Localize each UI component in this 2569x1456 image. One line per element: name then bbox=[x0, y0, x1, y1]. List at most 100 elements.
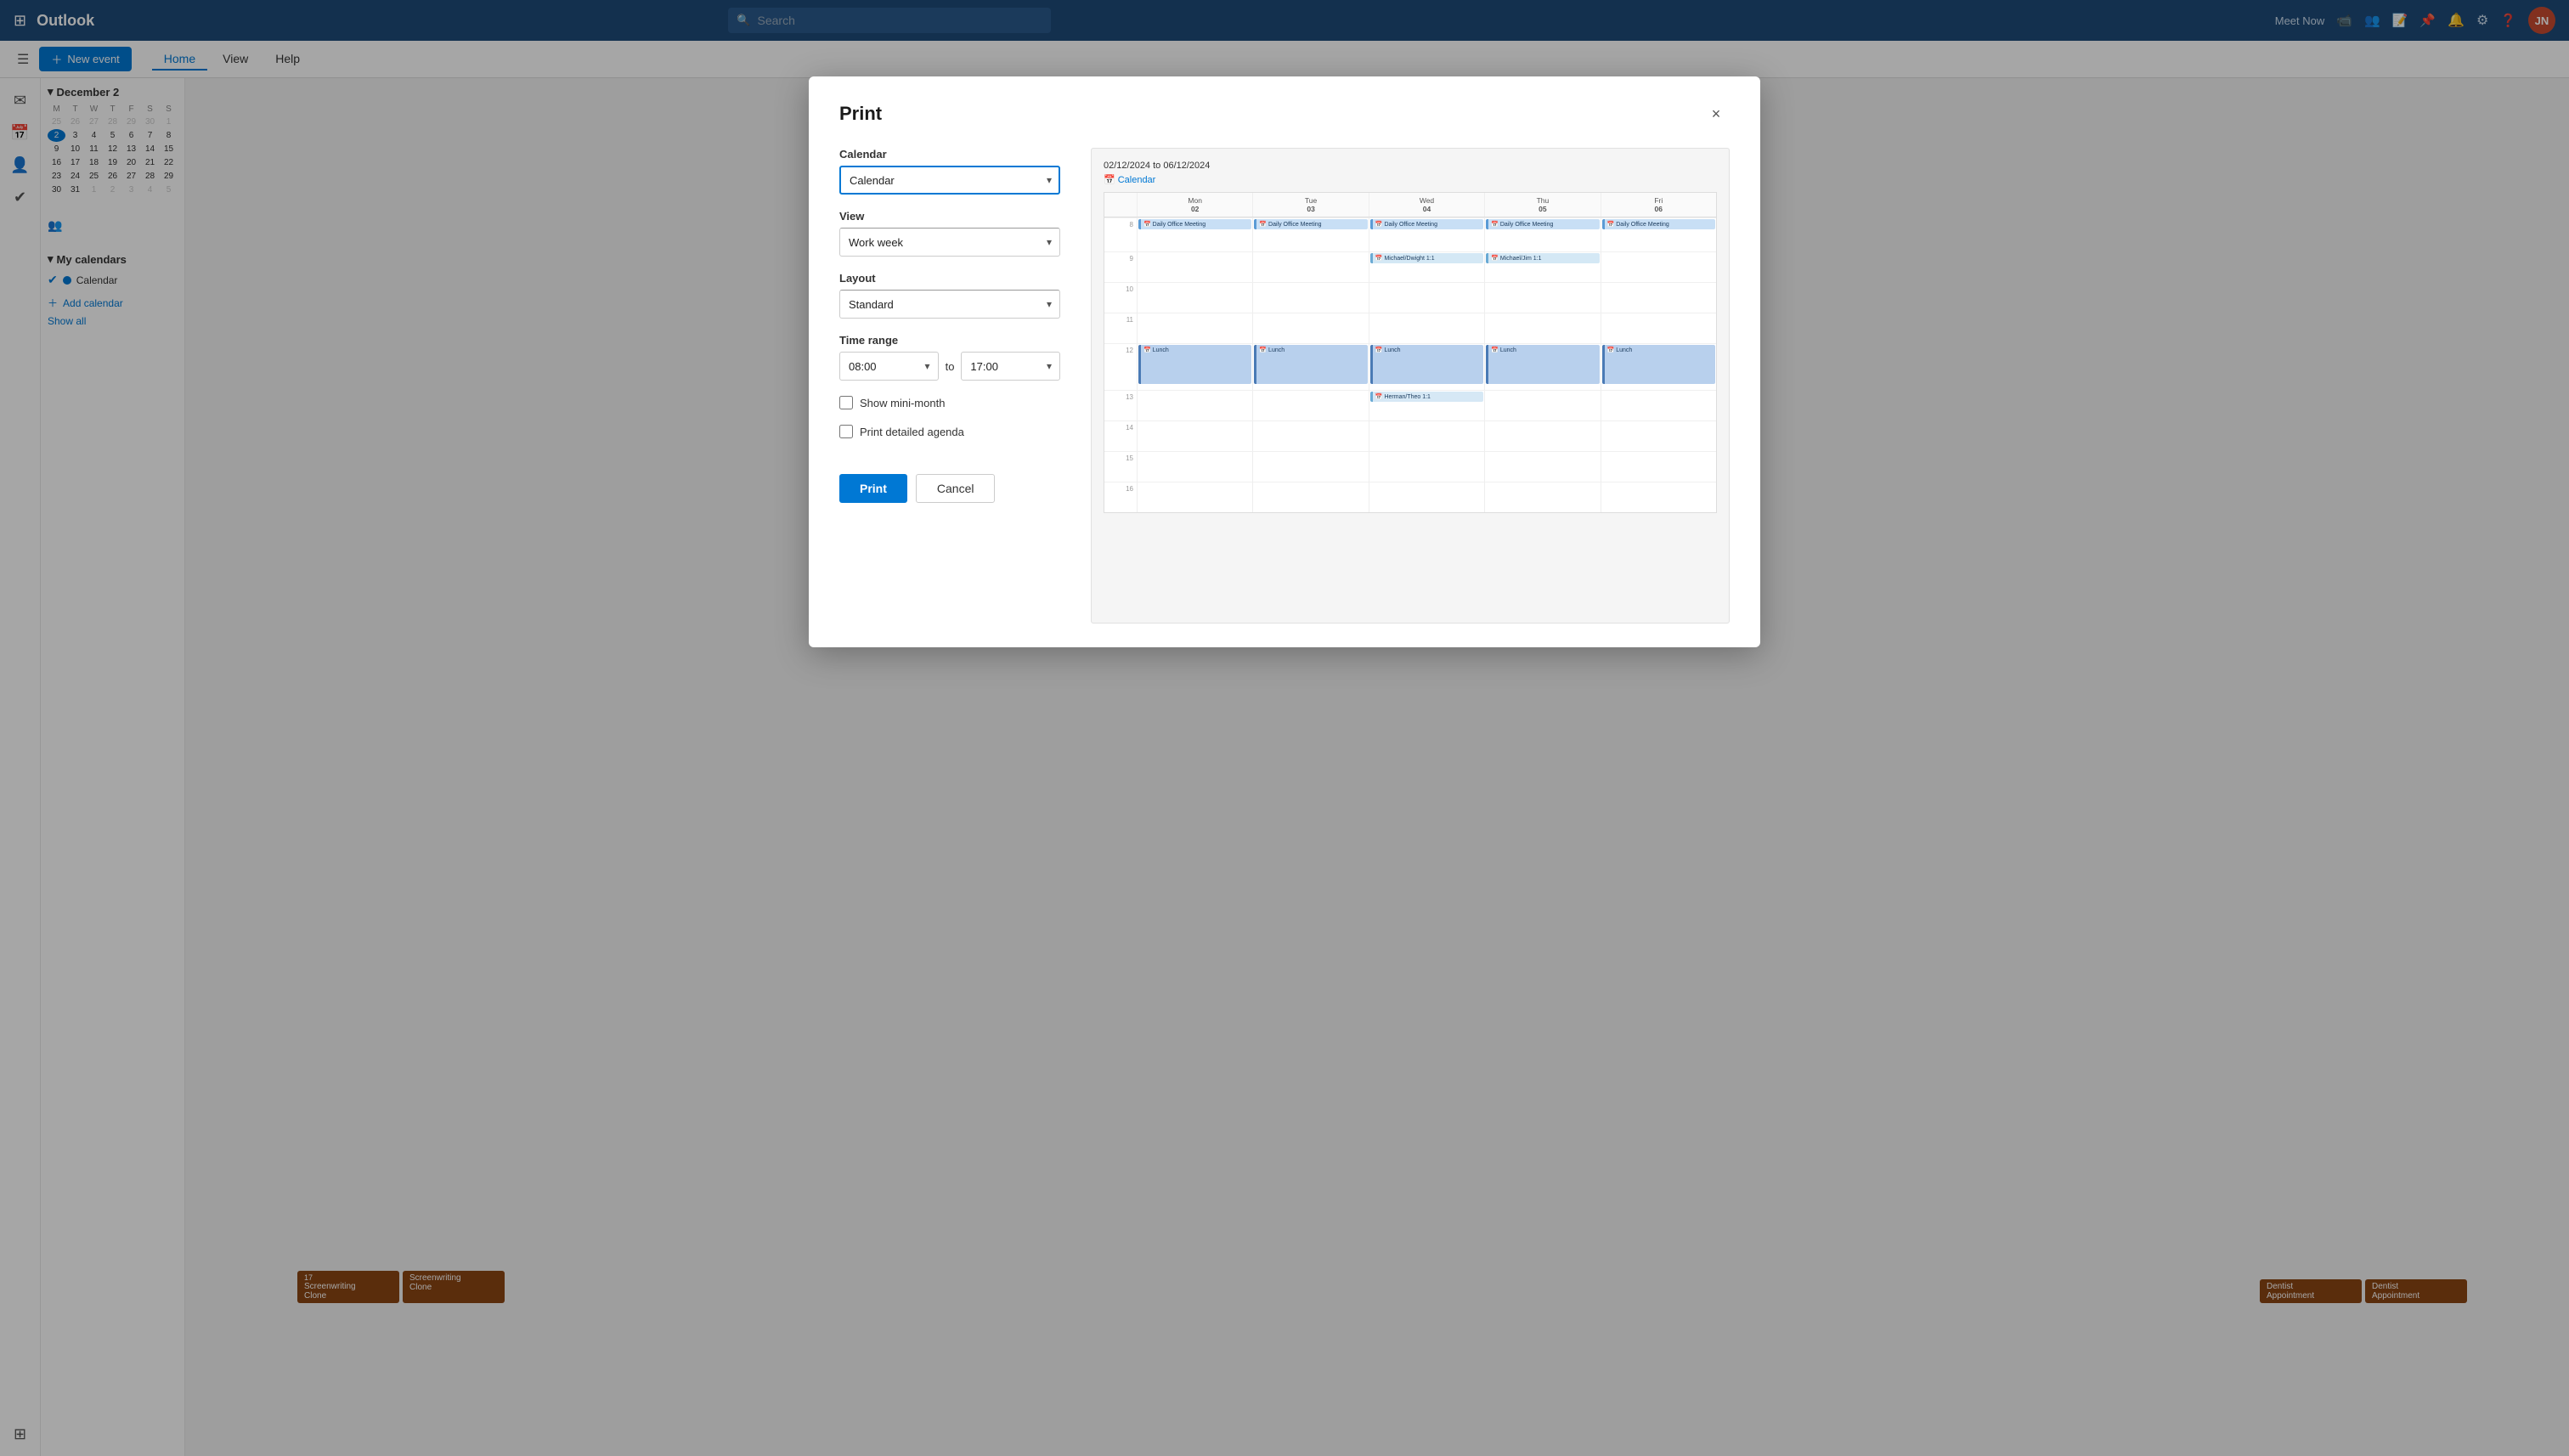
preview-mon-11 bbox=[1137, 313, 1252, 343]
time-range-label: Time range bbox=[839, 334, 1060, 347]
preview-row-13: 13 📅 Herman/Theo 1:1 bbox=[1104, 390, 1716, 420]
preview-row-8: 8 📅 Daily Office Meeting 📅 Daily Office … bbox=[1104, 217, 1716, 251]
preview-thu-header: Thu 05 bbox=[1484, 193, 1600, 217]
preview-header-row: Mon 02 Tue 03 Wed 04 Thu 05 bbox=[1104, 193, 1716, 217]
event-lunch-wed: 📅 Lunch bbox=[1370, 345, 1483, 384]
preview-thu-date: 05 bbox=[1490, 205, 1595, 213]
view-select[interactable]: Work week Day Week Month bbox=[839, 228, 1060, 257]
time-14: 14 bbox=[1104, 420, 1137, 451]
preview-wed-header: Wed 04 bbox=[1369, 193, 1484, 217]
preview-wed-day: Wed bbox=[1375, 196, 1479, 205]
preview-fri-13 bbox=[1601, 390, 1716, 420]
preview-thu-10 bbox=[1484, 282, 1600, 313]
time-end-select[interactable]: 15:00 16:00 17:00 18:00 19:00 bbox=[961, 352, 1060, 381]
preview-cal-grid: Mon 02 Tue 03 Wed 04 Thu 05 bbox=[1104, 192, 1717, 513]
preview-tue-day: Tue bbox=[1258, 196, 1363, 205]
event-mdwight: 📅 Michael/Dwight 1:1 bbox=[1370, 253, 1483, 263]
print-dialog: Print × Calendar Calendar View Work week bbox=[809, 76, 1760, 647]
preview-mon-10 bbox=[1137, 282, 1252, 313]
preview-fri-9 bbox=[1601, 251, 1716, 282]
print-agenda-row: Print detailed agenda bbox=[839, 425, 1060, 438]
preview-mon-day: Mon bbox=[1143, 196, 1247, 205]
preview-mon-header: Mon 02 bbox=[1137, 193, 1252, 217]
preview-wed-8: 📅 Daily Office Meeting bbox=[1369, 217, 1484, 251]
view-select-wrapper: Work week Day Week Month bbox=[839, 228, 1060, 257]
preview-time-header bbox=[1104, 193, 1137, 217]
time-10: 10 bbox=[1104, 282, 1137, 313]
event-daily-thu: 📅 Daily Office Meeting bbox=[1486, 219, 1599, 229]
time-range-row: 06:00 07:00 08:00 09:00 10:00 to 15:00 1… bbox=[839, 352, 1060, 381]
preview-thu-day: Thu bbox=[1490, 196, 1595, 205]
dialog-body: Calendar Calendar View Work week Day Wee… bbox=[839, 148, 1730, 624]
layout-select-wrapper: Standard Memo style bbox=[839, 290, 1060, 319]
calendar-select-wrapper: Calendar bbox=[839, 166, 1060, 195]
preview-fri-12: 📅 Lunch bbox=[1601, 343, 1716, 390]
show-mini-month-label[interactable]: Show mini-month bbox=[860, 397, 945, 409]
event-lunch-fri: 📅 Lunch bbox=[1602, 345, 1715, 384]
preview-row-14: 14 bbox=[1104, 420, 1716, 451]
preview-tue-8: 📅 Daily Office Meeting bbox=[1252, 217, 1368, 251]
preview-fri-header: Fri 06 bbox=[1601, 193, 1716, 217]
dialog-header: Print × bbox=[839, 100, 1730, 127]
dialog-buttons: Print Cancel bbox=[839, 474, 1060, 503]
preview-mon-13 bbox=[1137, 390, 1252, 420]
preview-thu-12: 📅 Lunch bbox=[1484, 343, 1600, 390]
preview-tue-15 bbox=[1252, 451, 1368, 482]
preview-tue-12: 📅 Lunch bbox=[1252, 343, 1368, 390]
preview-mon-8: 📅 Daily Office Meeting bbox=[1137, 217, 1252, 251]
event-daily-fri: 📅 Daily Office Meeting bbox=[1602, 219, 1715, 229]
preview-tue-9 bbox=[1252, 251, 1368, 282]
calendar-field: Calendar Calendar bbox=[839, 148, 1060, 195]
calendar-select[interactable]: Calendar bbox=[839, 166, 1060, 195]
print-agenda-label[interactable]: Print detailed agenda bbox=[860, 426, 964, 438]
preview-fri-date: 06 bbox=[1606, 205, 1711, 213]
event-lunch-thu: 📅 Lunch bbox=[1486, 345, 1599, 384]
preview-wed-16 bbox=[1369, 482, 1484, 512]
time-15: 15 bbox=[1104, 451, 1137, 482]
show-mini-month-checkbox[interactable] bbox=[839, 396, 853, 409]
preview-tue-10 bbox=[1252, 282, 1368, 313]
print-preview: 02/12/2024 to 06/12/2024 📅 Calendar Mon … bbox=[1091, 148, 1730, 624]
preview-fri-14 bbox=[1601, 420, 1716, 451]
preview-wed-15 bbox=[1369, 451, 1484, 482]
print-button[interactable]: Print bbox=[839, 474, 907, 503]
time-16: 16 bbox=[1104, 482, 1137, 512]
preview-fri-15 bbox=[1601, 451, 1716, 482]
preview-thu-16 bbox=[1484, 482, 1600, 512]
preview-thu-9: 📅 Michael/Jim 1:1 bbox=[1484, 251, 1600, 282]
time-start-wrapper: 06:00 07:00 08:00 09:00 10:00 bbox=[839, 352, 939, 381]
time-8: 8 bbox=[1104, 217, 1137, 251]
preview-wed-12: 📅 Lunch bbox=[1369, 343, 1484, 390]
preview-row-9: 9 📅 Michael/Dwight 1:1 📅 Michael/Jim 1:1 bbox=[1104, 251, 1716, 282]
cancel-button[interactable]: Cancel bbox=[916, 474, 996, 503]
preview-thu-8: 📅 Daily Office Meeting bbox=[1484, 217, 1600, 251]
preview-wed-date: 04 bbox=[1375, 205, 1479, 213]
print-agenda-checkbox[interactable] bbox=[839, 425, 853, 438]
preview-cal-label: Calendar bbox=[1118, 175, 1156, 185]
preview-mon-16 bbox=[1137, 482, 1252, 512]
preview-row-16: 16 bbox=[1104, 482, 1716, 512]
calendar-label: Calendar bbox=[839, 148, 1060, 161]
preview-thu-13 bbox=[1484, 390, 1600, 420]
event-daily-mon: 📅 Daily Office Meeting bbox=[1138, 219, 1251, 229]
show-mini-month-row: Show mini-month bbox=[839, 396, 1060, 409]
event-lunch-mon: 📅 Lunch bbox=[1138, 345, 1251, 384]
time-start-select[interactable]: 06:00 07:00 08:00 09:00 10:00 bbox=[839, 352, 939, 381]
preview-tue-header: Tue 03 bbox=[1252, 193, 1368, 217]
preview-fri-day: Fri bbox=[1606, 196, 1711, 205]
dialog-close-button[interactable]: × bbox=[1702, 100, 1730, 127]
preview-row-12: 12 📅 Lunch 📅 Lunch 📅 Lunch 📅 Lunch 📅 bbox=[1104, 343, 1716, 390]
view-label: View bbox=[839, 210, 1060, 223]
view-field: View Work week Day Week Month bbox=[839, 210, 1060, 257]
time-separator: to bbox=[946, 360, 955, 373]
time-end-wrapper: 15:00 16:00 17:00 18:00 19:00 bbox=[961, 352, 1060, 381]
layout-field: Layout Standard Memo style bbox=[839, 272, 1060, 319]
preview-tue-16 bbox=[1252, 482, 1368, 512]
preview-fri-8: 📅 Daily Office Meeting bbox=[1601, 217, 1716, 251]
layout-select[interactable]: Standard Memo style bbox=[839, 290, 1060, 319]
preview-tue-date: 03 bbox=[1258, 205, 1363, 213]
preview-mon-12: 📅 Lunch bbox=[1137, 343, 1252, 390]
preview-mon-9 bbox=[1137, 251, 1252, 282]
preview-wed-11 bbox=[1369, 313, 1484, 343]
preview-fri-16 bbox=[1601, 482, 1716, 512]
